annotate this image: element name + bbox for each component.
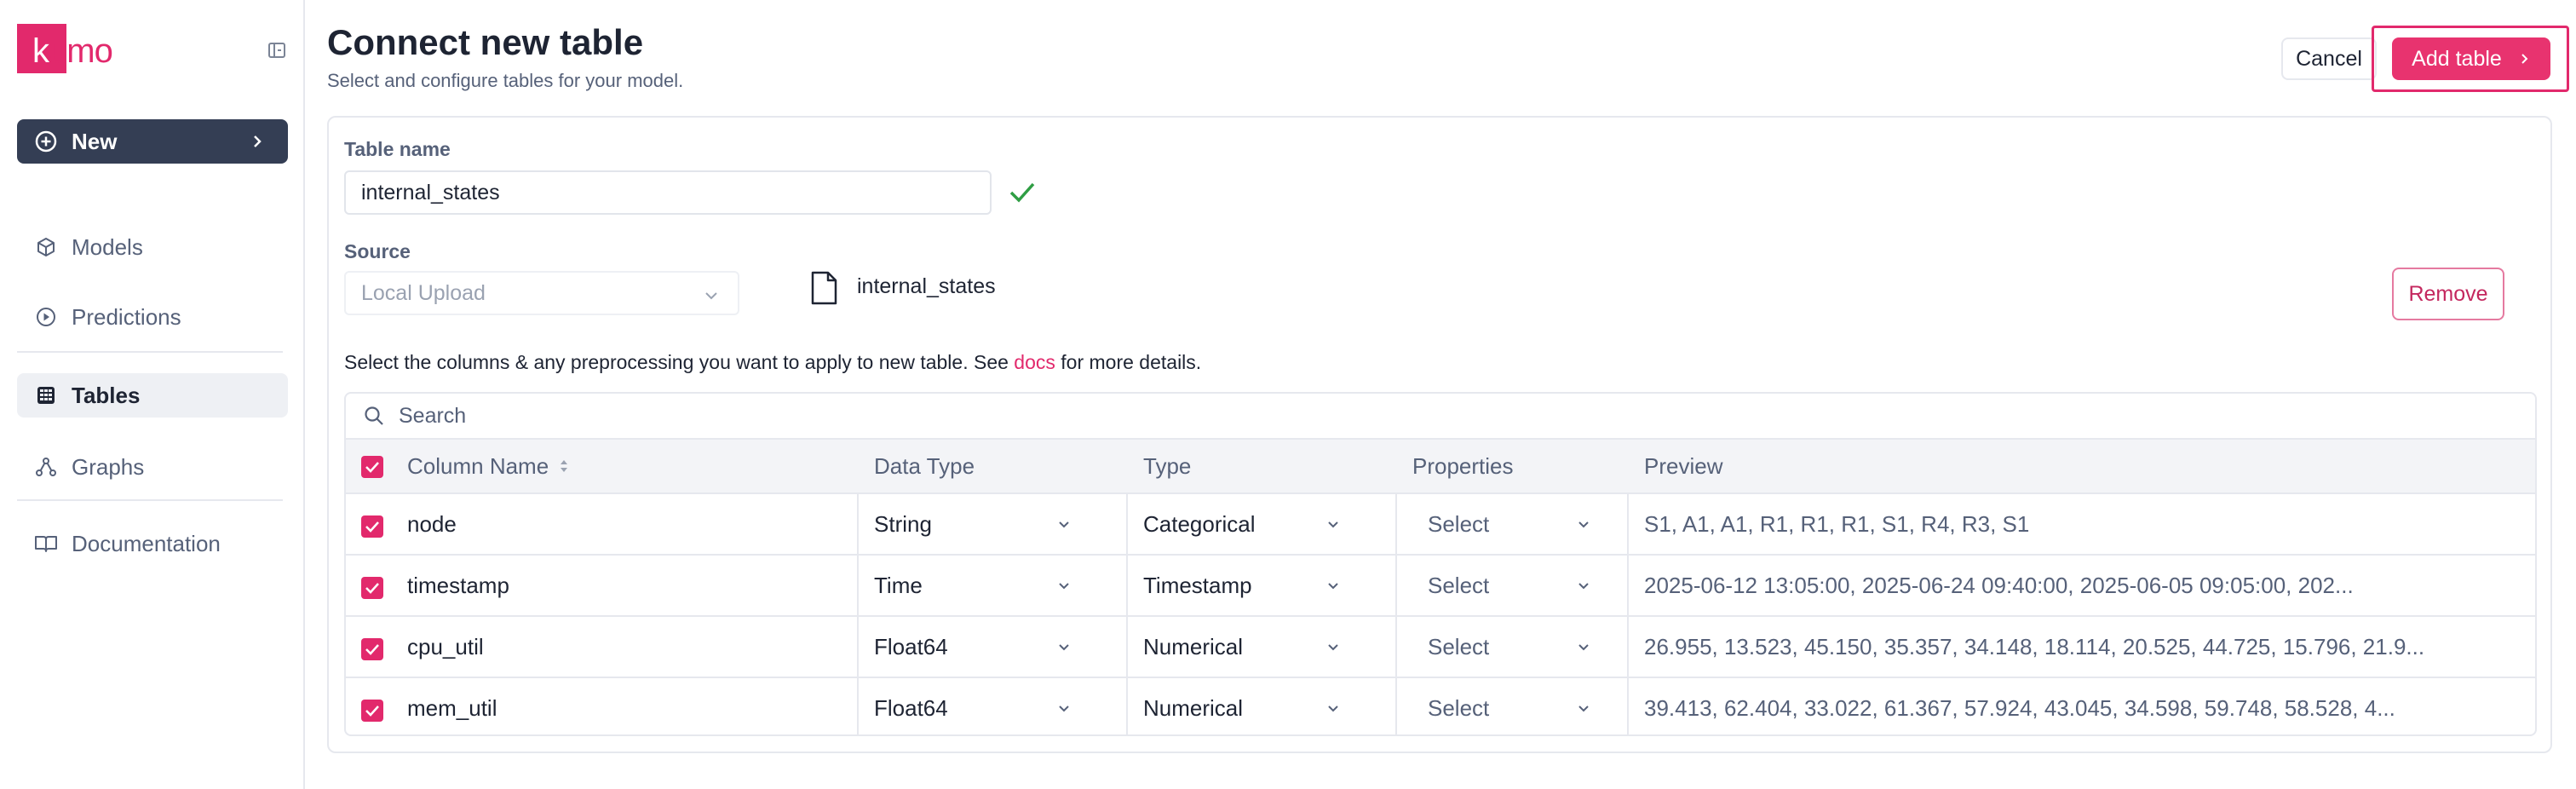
row-checkbox[interactable]	[361, 638, 383, 660]
page-title: Connect new table	[327, 22, 644, 62]
play-circle-icon	[34, 305, 58, 329]
row-checkbox[interactable]	[361, 515, 383, 538]
chevron-down-icon	[1328, 705, 1338, 712]
chevron-down-icon	[1578, 583, 1589, 590]
source-select[interactable]: Local Upload	[344, 271, 739, 315]
sidebar-item-graphs[interactable]: Graphs	[17, 445, 288, 489]
sidebar-item-predictions[interactable]: Predictions	[17, 295, 288, 339]
properties-select[interactable]: Select	[1428, 678, 1624, 734]
chevron-right-icon	[254, 135, 262, 147]
type-select[interactable]: Numerical	[1143, 617, 1387, 677]
table-name-input[interactable]: internal_states	[344, 170, 992, 215]
kumo-logo[interactable]: kumo	[17, 24, 113, 73]
add-table-label: Add table	[2412, 46, 2502, 71]
table-row: cpu_util Float64 Numerical Select 26.955…	[346, 617, 2535, 678]
properties-select[interactable]: Select	[1428, 556, 1624, 615]
book-icon	[34, 532, 58, 556]
chevron-down-icon	[1059, 521, 1069, 528]
column-name-cell: node	[407, 510, 457, 537]
source-select-value: Local Upload	[361, 280, 486, 305]
type-select[interactable]: Categorical	[1143, 494, 1387, 554]
uploaded-file-name: internal_states	[857, 274, 996, 298]
preview-cell: 2025-06-12 13:05:00, 2025-06-24 09:40:00…	[1644, 572, 2354, 598]
new-button-label: New	[72, 128, 118, 154]
chevron-down-icon	[1578, 705, 1589, 712]
table-row: node String Categorical Select S1, A1, A…	[346, 494, 2535, 556]
table-grid-icon	[34, 383, 58, 407]
chevron-down-icon	[1059, 644, 1069, 651]
data-type-select[interactable]: String	[874, 494, 1118, 554]
data-type-select[interactable]: Time	[874, 556, 1118, 615]
row-checkbox[interactable]	[361, 577, 383, 599]
page-subtitle: Select and configure tables for your mod…	[327, 70, 684, 91]
file-icon	[811, 271, 837, 305]
properties-select[interactable]: Select	[1428, 617, 1624, 677]
properties-header: Properties	[1412, 452, 1514, 479]
column-name-header[interactable]: Column Name	[407, 440, 569, 492]
table-row: timestamp Time Timestamp Select 2025-06-…	[346, 556, 2535, 617]
help-text: Select the columns & any preprocessing y…	[344, 351, 1202, 373]
search-input[interactable]: Search	[399, 404, 466, 429]
column-name-cell: timestamp	[407, 572, 509, 598]
preview-cell: 39.413, 62.404, 33.022, 61.367, 57.924, …	[1644, 694, 2395, 721]
graph-nodes-icon	[34, 455, 58, 479]
select-all-checkbox[interactable]	[361, 456, 383, 478]
table-name-label: Table name	[344, 138, 451, 160]
preview-header: Preview	[1644, 452, 1723, 479]
column-name-cell: cpu_util	[407, 633, 484, 659]
table-row: mem_util Float64 Numerical Select 39.413…	[346, 678, 2535, 734]
preview-cell: S1, A1, A1, R1, R1, R1, S1, R4, R3, S1	[1644, 510, 2030, 537]
preview-cell: 26.955, 13.523, 45.150, 35.357, 34.148, …	[1644, 633, 2425, 659]
type-select[interactable]: Numerical	[1143, 678, 1387, 734]
properties-select[interactable]: Select	[1428, 494, 1624, 554]
data-type-header: Data Type	[874, 452, 975, 479]
data-type-select[interactable]: Float64	[874, 678, 1118, 734]
chevron-down-icon	[1328, 583, 1338, 590]
type-select[interactable]: Timestamp	[1143, 556, 1387, 615]
data-type-select[interactable]: Float64	[874, 617, 1118, 677]
sidebar-item-documentation[interactable]: Documentation	[17, 521, 288, 566]
sidebar-item-models[interactable]: Models	[17, 225, 288, 269]
add-table-button[interactable]: Add table	[2392, 37, 2550, 80]
cube-icon	[34, 235, 58, 259]
docs-link[interactable]: docs	[1014, 351, 1055, 373]
source-label: Source	[344, 240, 411, 262]
new-button[interactable]: New	[17, 119, 288, 164]
sidebar-divider	[17, 499, 283, 501]
sidebar-collapse-icon[interactable]	[267, 41, 286, 60]
chevron-right-icon	[2521, 54, 2528, 64]
plus-circle-icon	[35, 130, 57, 153]
chevron-down-icon	[1578, 521, 1589, 528]
chevron-down-icon	[1328, 644, 1338, 651]
search-icon	[365, 406, 383, 425]
columns-table: Search Column Name Data Type Type Proper…	[344, 392, 2537, 736]
type-header: Type	[1143, 452, 1192, 479]
sort-icon[interactable]	[559, 458, 569, 475]
sidebar-divider	[17, 351, 283, 353]
chevron-down-icon	[1328, 521, 1338, 528]
row-checkbox[interactable]	[361, 700, 383, 722]
chevron-down-icon	[705, 292, 717, 300]
column-name-cell: mem_util	[407, 694, 497, 721]
chevron-down-icon	[1059, 583, 1069, 590]
sidebar: kumo New Models Predictions Tables Graph…	[0, 0, 305, 789]
chevron-down-icon	[1059, 705, 1069, 712]
remove-button[interactable]: Remove	[2392, 268, 2504, 320]
cancel-button[interactable]: Cancel	[2281, 37, 2377, 80]
search-bar[interactable]: Search	[346, 394, 2535, 440]
chevron-down-icon	[1578, 644, 1589, 651]
table-header-row: Column Name Data Type Type Properties Pr…	[346, 440, 2535, 494]
check-icon	[1009, 182, 1035, 203]
sidebar-item-tables[interactable]: Tables	[17, 373, 288, 418]
